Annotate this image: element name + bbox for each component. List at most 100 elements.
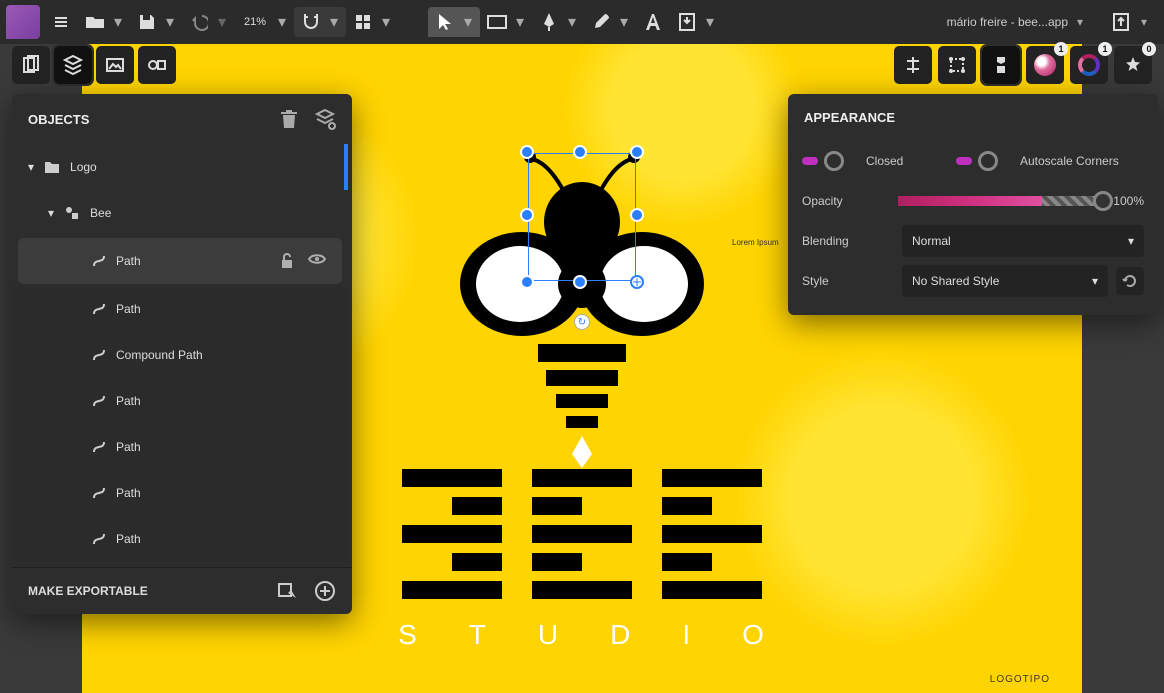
opacity-value[interactable]: 100% [1113,194,1144,208]
pen-tool-icon[interactable] [538,11,560,33]
refresh-style-button[interactable] [1116,267,1144,295]
appearance-title: APPEARANCE [804,110,895,125]
chevron-down-icon[interactable]: ▾ [112,12,124,32]
undo-icon[interactable] [188,11,210,33]
opacity-label: Opacity [802,194,888,208]
unlock-icon[interactable] [280,253,294,269]
objects-title: OBJECTS [28,112,89,127]
wordmark [402,469,762,599]
zoom-level[interactable]: 21% [240,16,270,28]
app-logo[interactable] [6,5,40,39]
studio-text: S T U D I O [398,619,766,651]
path-icon [92,532,106,546]
trash-icon[interactable] [278,108,300,130]
eye-icon[interactable] [308,253,326,269]
open-folder-icon[interactable] [84,11,106,33]
path-icon [92,440,106,454]
fill-button[interactable]: 1 [1026,46,1064,84]
align-button[interactable] [894,46,932,84]
effects-button[interactable]: 0 [1114,46,1152,84]
path-icon [92,348,106,362]
document-name[interactable]: mário freire - bee...app [947,15,1068,29]
tree-item-bee[interactable]: ▾ Bee [12,190,348,236]
chevron-down-icon[interactable]: ▾ [704,12,716,32]
chevron-down-icon[interactable]: ▾ [164,12,176,32]
chevron-down-icon: ▾ [28,160,34,174]
add-layers-icon[interactable] [314,108,336,130]
tree-label: Compound Path [116,348,203,362]
chevron-down-icon: ▾ [1092,274,1098,288]
brush-tool-icon[interactable] [590,11,612,33]
tree-item-path[interactable]: Path [12,516,348,562]
export-icon[interactable] [1110,11,1132,33]
tree-item-path[interactable]: Path [12,286,348,332]
chevron-down-icon[interactable]: ▾ [514,12,526,32]
fx-badge: 0 [1142,42,1156,56]
stroke-badge: 1 [1098,42,1112,56]
tree-label: Path [116,532,141,546]
stroke-button[interactable]: 1 [1070,46,1108,84]
import-icon[interactable] [676,11,698,33]
tree-item-path[interactable]: Path [18,238,342,284]
group-icon [64,205,80,221]
symbols-view-button[interactable] [138,46,176,84]
chevron-down-icon: ▾ [48,206,54,220]
text-tool-icon[interactable] [642,11,664,33]
blending-label: Blending [802,234,888,248]
blending-select[interactable]: Normal ▾ [902,225,1144,257]
logotipo-label: LOGOTIPO [990,674,1050,685]
add-export-icon[interactable] [314,580,336,602]
transform-button[interactable] [938,46,976,84]
tree-label: Logo [70,160,97,174]
chevron-down-icon[interactable]: ▾ [276,12,288,32]
autoscale-toggle[interactable] [956,151,998,171]
path-icon [92,486,106,500]
chevron-down-icon[interactable]: ▾ [380,12,392,32]
select-cursor-icon[interactable] [434,11,456,33]
assets-view-button[interactable] [96,46,134,84]
chevron-down-icon[interactable]: ▾ [1138,15,1150,29]
path-icon [92,394,106,408]
tree-label: Bee [90,206,111,220]
chevron-down-icon: ▾ [1128,234,1134,248]
style-select[interactable]: No Shared Style ▾ [902,265,1108,297]
chevron-down-icon[interactable]: ▾ [566,12,578,32]
chevron-down-icon[interactable]: ▾ [216,12,228,32]
chevron-down-icon[interactable]: ▾ [618,12,630,32]
fill-badge: 1 [1054,42,1068,56]
folder-icon [44,160,60,174]
tree-item-logo[interactable]: ▾ Logo [12,144,348,190]
closed-label: Closed [866,154,936,168]
closed-toggle[interactable] [802,151,844,171]
grid-icon[interactable] [352,11,374,33]
save-icon[interactable] [136,11,158,33]
tree-item-path[interactable]: Path [12,470,348,516]
snap-magnet-icon[interactable] [300,11,322,33]
tree-label: Path [116,302,141,316]
style-label: Style [802,274,888,288]
appearance-panel: APPEARANCE Closed Autoscale Corners Opac… [788,94,1158,315]
rectangle-tool-icon[interactable] [486,11,508,33]
chevron-down-icon[interactable]: ▾ [1074,15,1086,29]
appearance-button[interactable] [982,46,1020,84]
objects-panel: OBJECTS ▾ Logo ▾ Bee Path [12,94,352,614]
make-exportable-label: MAKE EXPORTABLE [28,584,148,598]
path-icon [92,302,106,316]
tree-label: Path [116,254,141,268]
tree-label: Path [116,440,141,454]
tree-item-path[interactable]: Path [12,378,348,424]
tree-item-compound-path[interactable]: Compound Path [12,332,348,378]
slice-icon[interactable] [276,580,298,602]
chevron-down-icon[interactable]: ▾ [462,12,474,32]
tree-label: Path [116,394,141,408]
opacity-slider[interactable] [898,196,1103,206]
placeholder-text: Lorem Ipsum [732,238,779,247]
tree-label: Path [116,486,141,500]
pages-view-button[interactable] [12,46,50,84]
hamburger-icon[interactable] [50,11,72,33]
chevron-down-icon[interactable]: ▾ [328,12,340,32]
layers-view-button[interactable] [54,46,92,84]
autoscale-label: Autoscale Corners [1020,154,1119,168]
tree-item-path[interactable]: Path [12,424,348,470]
path-icon [92,254,106,268]
